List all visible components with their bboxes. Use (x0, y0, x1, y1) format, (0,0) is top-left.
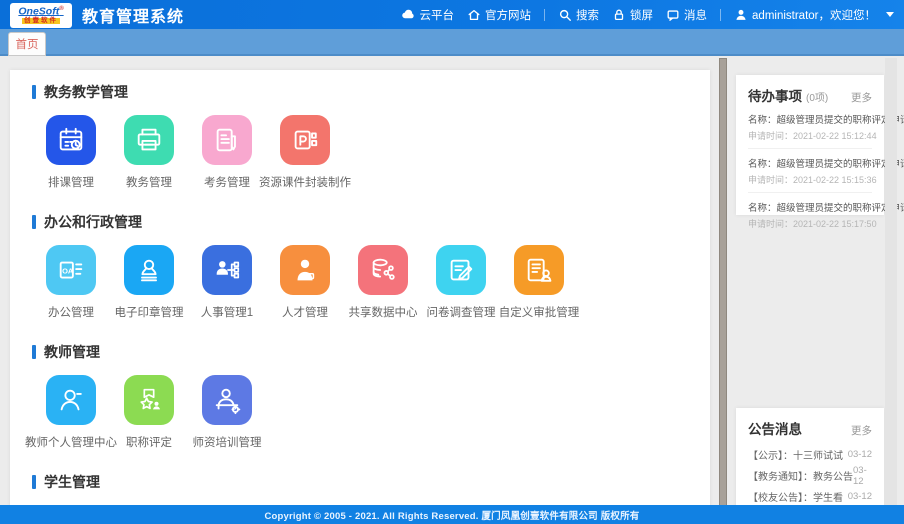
section-title: 教师管理 (32, 342, 688, 362)
section-title: 教务教学管理 (32, 82, 688, 102)
app-tile-survey-management[interactable]: 问卷调查管理 (422, 245, 500, 320)
app-window: OneSoft® 创壹软件 教育管理系统 云平台 官方网站 搜索 锁屏 (0, 0, 904, 524)
todo-more-link[interactable]: 更多 (851, 90, 872, 105)
title-bar-accent (32, 475, 36, 489)
app-tile-courseware-packaging[interactable]: 资源课件封装制作 (266, 115, 344, 190)
notice-item[interactable]: 【教务通知】：教务公告 03-12 (748, 465, 872, 486)
section-title: 办公和行政管理 (32, 212, 688, 232)
app-tile-course-scheduling[interactable]: 排课管理 (32, 115, 110, 190)
notice-item[interactable]: 【校友公告】：学生看 03-12 (748, 486, 872, 507)
menu-separator (544, 9, 545, 21)
message-icon (666, 8, 680, 22)
home-icon (467, 8, 481, 22)
search-icon (558, 8, 572, 22)
tab-bar: 首页 (0, 29, 904, 56)
main-scrollbar[interactable] (719, 58, 727, 524)
printer-icon (124, 115, 174, 165)
app-tile-teacher-personal-center[interactable]: 教师个人管理中心 (32, 375, 110, 450)
svg-text:OA: OA (62, 266, 74, 275)
title-bar-accent (32, 345, 36, 359)
approval-doc-icon (514, 245, 564, 295)
app-tile-custom-approval[interactable]: 自定义审批管理 (500, 245, 578, 320)
notice-item[interactable]: 【公示】：十三师试试 03-12 (748, 444, 872, 465)
app-title: 教育管理系统 (82, 3, 184, 27)
section-teaching-management: 教务教学管理 排课管理 教务管理 (32, 82, 688, 190)
section-title: 学生管理 (32, 472, 688, 492)
todo-count: (0项) (806, 89, 828, 104)
person-gear-icon (202, 375, 252, 425)
person-tie-icon (280, 245, 330, 295)
logo-brand-text: OneSoft® (18, 6, 63, 17)
title-bar-accent (32, 85, 36, 99)
right-scroll-track[interactable] (885, 58, 897, 505)
footer-copyright: Copyright © 2005 - 2021. All Rights Rese… (0, 505, 904, 524)
main-panel: 教务教学管理 排课管理 教务管理 (10, 70, 710, 524)
todo-item[interactable]: 名称：超级管理员提交的职称评定申请 申请时间：2021-02-22 15:17:… (748, 193, 872, 236)
menu-messages[interactable]: 消息 (666, 7, 707, 23)
todo-card: 待办事项 (0项) 更多 名称：超级管理员提交的职称评定申请 申请时间：2021… (736, 75, 884, 215)
notice-more-link[interactable]: 更多 (851, 423, 872, 438)
user-menu[interactable]: administrator，欢迎您！ (734, 7, 894, 23)
menu-separator (720, 9, 721, 21)
exam-doc-icon (202, 115, 252, 165)
menu-lock-screen[interactable]: 锁屏 (612, 7, 653, 23)
todo-item[interactable]: 名称：超级管理员提交的职称评定申请 申请时间：2021-02-22 15:15:… (748, 149, 872, 193)
top-header: OneSoft® 创壹软件 教育管理系统 云平台 官方网站 搜索 锁屏 (0, 0, 904, 29)
onesoft-logo[interactable]: OneSoft® 创壹软件 (10, 3, 72, 28)
lock-icon (612, 8, 626, 22)
database-share-icon (358, 245, 408, 295)
tab-home[interactable]: 首页 (8, 32, 46, 56)
app-tile-academic-affairs[interactable]: 教务管理 (110, 115, 188, 190)
app-tile-exam-affairs[interactable]: 考务管理 (188, 115, 266, 190)
todo-title: 待办事项 (748, 85, 802, 105)
calendar-clock-icon (46, 115, 96, 165)
menu-official-site[interactable]: 官方网站 (467, 7, 531, 23)
stamp-icon (124, 245, 174, 295)
org-person-icon (202, 245, 252, 295)
title-bar-accent (32, 215, 36, 229)
app-tile-e-seal[interactable]: 电子印章管理 (110, 245, 188, 320)
notice-title: 公告消息 (748, 418, 802, 438)
app-tile-shared-data-center[interactable]: 共享数据中心 (344, 245, 422, 320)
app-tile-talent-management[interactable]: 人才管理 (266, 245, 344, 320)
user-icon (734, 8, 748, 22)
section-teacher-management: 教师管理 教师个人管理中心 职称评定 (32, 342, 688, 450)
menu-search[interactable]: 搜索 (558, 7, 599, 23)
chevron-down-icon (886, 12, 894, 17)
ppt-icon (280, 115, 330, 165)
header-menu: 云平台 官方网站 搜索 锁屏 消息 administrator (388, 7, 894, 23)
menu-cloud-platform[interactable]: 云平台 (401, 7, 455, 23)
medal-star-icon (124, 375, 174, 425)
app-tile-office-management[interactable]: OA 办公管理 (32, 245, 110, 320)
app-tile-teacher-training[interactable]: 师资培训管理 (188, 375, 266, 450)
app-tile-hr-management[interactable]: 人事管理1 (188, 245, 266, 320)
logo-sub-text: 创壹软件 (22, 18, 60, 25)
survey-pencil-icon (436, 245, 486, 295)
section-office-admin: 办公和行政管理 OA 办公管理 电子印章管理 (32, 212, 688, 320)
app-tile-title-evaluation[interactable]: 职称评定 (110, 375, 188, 450)
cloud-icon (401, 7, 416, 22)
person-outline-icon (46, 375, 96, 425)
oa-icon: OA (46, 245, 96, 295)
todo-item[interactable]: 名称：超级管理员提交的职称评定申请 申请时间：2021-02-22 15:12:… (748, 105, 872, 149)
